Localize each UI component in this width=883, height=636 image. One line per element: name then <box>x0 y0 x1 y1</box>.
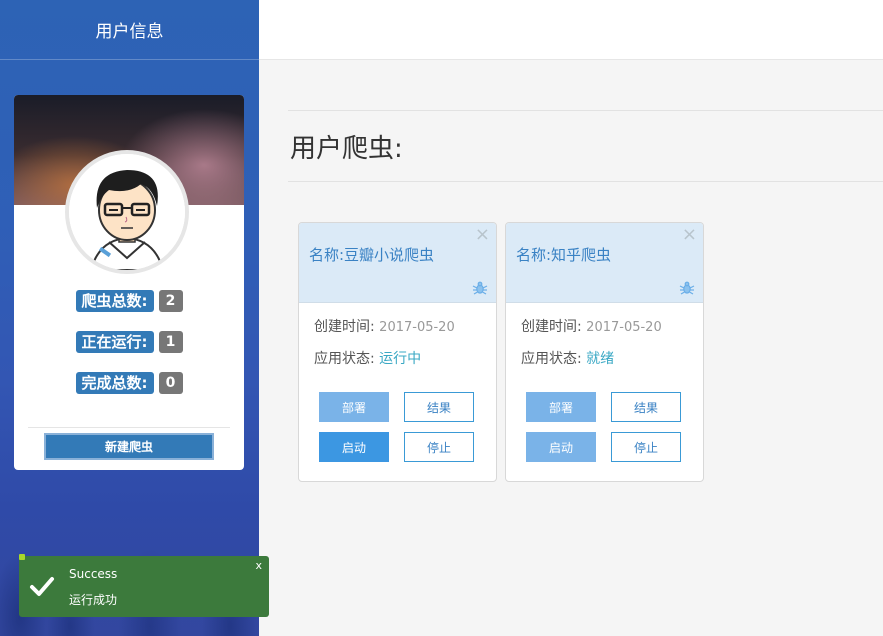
status-label: 应用状态: <box>521 351 582 367</box>
created-value: 2017-05-20 <box>379 320 455 335</box>
created-time: 创建时间: 2017-05-20 <box>521 316 662 336</box>
status-value: 运行中 <box>379 351 422 367</box>
page-title: 用户爬虫: <box>290 134 403 164</box>
stat-total: 爬虫总数: 2 <box>14 290 244 312</box>
toast-message: 运行成功 <box>69 593 118 607</box>
divider <box>288 181 883 182</box>
card-header: 名称:豆瓣小说爬虫 × <box>299 223 496 303</box>
bug-icon <box>472 281 488 295</box>
success-toast: Success 运行成功 x <box>19 554 269 617</box>
created-label: 创建时间: <box>521 319 582 335</box>
top-bar <box>259 0 883 60</box>
stat-total-label: 爬虫总数: <box>75 290 154 312</box>
card-header: 名称:知乎爬虫 × <box>506 223 703 303</box>
spider-card: 名称:豆瓣小说爬虫 × 创建时间: 2017-05-20 应用状态: 运行中 部… <box>298 222 497 482</box>
start-button[interactable]: 启动 <box>526 432 596 462</box>
avatar <box>65 150 189 274</box>
toast-close-button[interactable]: x <box>255 559 262 572</box>
spider-name: 名称:豆瓣小说爬虫 <box>309 246 435 264</box>
stat-running-count: 1 <box>158 331 183 353</box>
sidebar-title: 用户信息 <box>0 0 259 60</box>
result-button[interactable]: 结果 <box>404 392 474 422</box>
toast-indicator <box>19 554 25 560</box>
sidebar: 用户信息 爬虫总数: 2 正在运行: 1 完成总数: 0 新建爬虫 <box>0 0 259 636</box>
app-status: 应用状态: 运行中 <box>314 348 421 368</box>
deploy-button[interactable]: 部署 <box>319 392 389 422</box>
deploy-button[interactable]: 部署 <box>526 392 596 422</box>
toast-title: Success <box>69 567 118 581</box>
stat-finished-label: 完成总数: <box>75 372 154 394</box>
checkmark-icon <box>30 577 54 596</box>
app-status: 应用状态: 就绪 <box>521 348 614 368</box>
stat-finished: 完成总数: 0 <box>14 372 244 394</box>
stat-finished-count: 0 <box>158 372 183 394</box>
stat-total-count: 2 <box>158 290 183 312</box>
status-label: 应用状态: <box>314 351 375 367</box>
created-time: 创建时间: 2017-05-20 <box>314 316 455 336</box>
new-spider-button[interactable]: 新建爬虫 <box>44 433 214 460</box>
bug-icon <box>679 281 695 295</box>
created-value: 2017-05-20 <box>586 320 662 335</box>
stop-button[interactable]: 停止 <box>611 432 681 462</box>
start-button[interactable]: 启动 <box>319 432 389 462</box>
created-label: 创建时间: <box>314 319 375 335</box>
stat-running-label: 正在运行: <box>75 331 154 353</box>
close-icon[interactable]: × <box>475 224 490 245</box>
stat-running: 正在运行: 1 <box>14 331 244 353</box>
close-icon[interactable]: × <box>682 224 697 245</box>
divider <box>28 427 230 428</box>
spider-name: 名称:知乎爬虫 <box>516 246 612 264</box>
result-button[interactable]: 结果 <box>611 392 681 422</box>
profile-card: 爬虫总数: 2 正在运行: 1 完成总数: 0 新建爬虫 <box>14 95 244 470</box>
status-value: 就绪 <box>586 351 615 367</box>
spider-card: 名称:知乎爬虫 × 创建时间: 2017-05-20 应用状态: 就绪 部署 结… <box>505 222 704 482</box>
divider <box>288 110 883 111</box>
stop-button[interactable]: 停止 <box>404 432 474 462</box>
